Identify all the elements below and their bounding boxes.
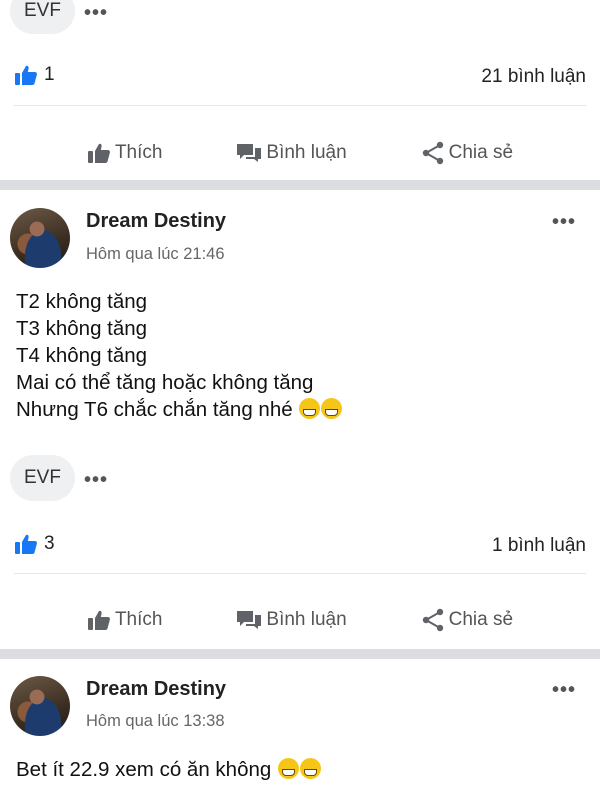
post-line-last: Bet ít 22.9 xem có ăn không — [16, 756, 321, 783]
post-line: T2 không tăng — [16, 290, 148, 313]
post-line: T3 không tăng — [16, 317, 148, 340]
post-body: Bet ít 22.9 xem có ăn không — [16, 756, 321, 783]
share-button[interactable]: Chia sẻ — [421, 141, 513, 165]
comment-count[interactable]: 1 bình luận — [492, 535, 586, 557]
grinning-emoji-icon — [299, 758, 321, 779]
share-label: Chia sẻ — [448, 142, 514, 163]
divider — [14, 105, 586, 106]
like-icon — [87, 610, 110, 630]
like-button[interactable]: Thích — [87, 609, 163, 631]
post-line: Mai có thể tăng hoặc không tăng — [16, 371, 314, 394]
avatar[interactable] — [10, 208, 70, 268]
action-bar: Thích Bình luận Chia sẻ — [0, 597, 600, 643]
comment-label: Bình luận — [266, 609, 347, 630]
post-time[interactable]: Hôm qua lúc 21:46 — [86, 245, 225, 264]
like-count: 1 — [44, 64, 55, 85]
action-bar: Thích Bình luận Chia sẻ — [0, 130, 600, 176]
comment-button[interactable]: Bình luận — [236, 142, 347, 164]
tag-label: EVF — [24, 0, 61, 21]
like-button[interactable]: Thích — [87, 142, 163, 164]
thumbs-up-icon — [15, 534, 37, 554]
divider — [14, 573, 586, 574]
post-separator — [0, 649, 600, 659]
comment-icon — [237, 144, 262, 162]
more-options-icon[interactable]: ••• — [552, 212, 576, 232]
grinning-emoji-icon — [277, 758, 299, 779]
author-name[interactable]: Dream Destiny — [86, 678, 226, 701]
grinning-emoji-icon — [321, 398, 343, 419]
comment-icon — [237, 611, 262, 629]
more-options-icon[interactable]: ••• — [84, 3, 108, 23]
like-count: 3 — [44, 533, 55, 554]
more-options-icon[interactable]: ••• — [552, 680, 576, 700]
post-line: T4 không tăng — [16, 344, 148, 367]
post-time[interactable]: Hôm qua lúc 13:38 — [86, 712, 225, 731]
comment-button[interactable]: Bình luận — [236, 609, 347, 631]
like-label: Thích — [114, 142, 163, 163]
author-name[interactable]: Dream Destiny — [86, 210, 226, 233]
like-icon — [87, 143, 110, 163]
share-icon — [422, 141, 443, 165]
grinning-emoji-icon — [299, 398, 321, 419]
share-button[interactable]: Chia sẻ — [421, 608, 513, 632]
avatar[interactable] — [10, 676, 70, 736]
post-separator — [0, 180, 600, 190]
reaction-summary[interactable]: 3 — [14, 533, 55, 555]
share-label: Chia sẻ — [448, 609, 514, 630]
post-body: T2 không tăng T3 không tăng T4 không tăn… — [16, 288, 343, 423]
post-line: Bet ít 22.9 xem có ăn không — [16, 758, 272, 781]
tag-chip[interactable]: EVF — [10, 455, 75, 501]
post-line: Nhưng T6 chắc chắn tăng nhé — [16, 398, 293, 421]
tag-label: EVF — [24, 467, 61, 488]
reaction-summary[interactable]: 1 — [14, 64, 55, 86]
comment-label: Bình luận — [266, 142, 347, 163]
tag-chip[interactable]: EVF — [10, 0, 75, 34]
share-icon — [422, 608, 443, 632]
thumbs-up-icon — [15, 65, 37, 85]
post-line-last: Nhưng T6 chắc chắn tăng nhé — [16, 396, 343, 423]
comment-count[interactable]: 21 bình luận — [481, 66, 586, 88]
like-label: Thích — [114, 609, 163, 630]
more-options-icon[interactable]: ••• — [84, 470, 108, 490]
